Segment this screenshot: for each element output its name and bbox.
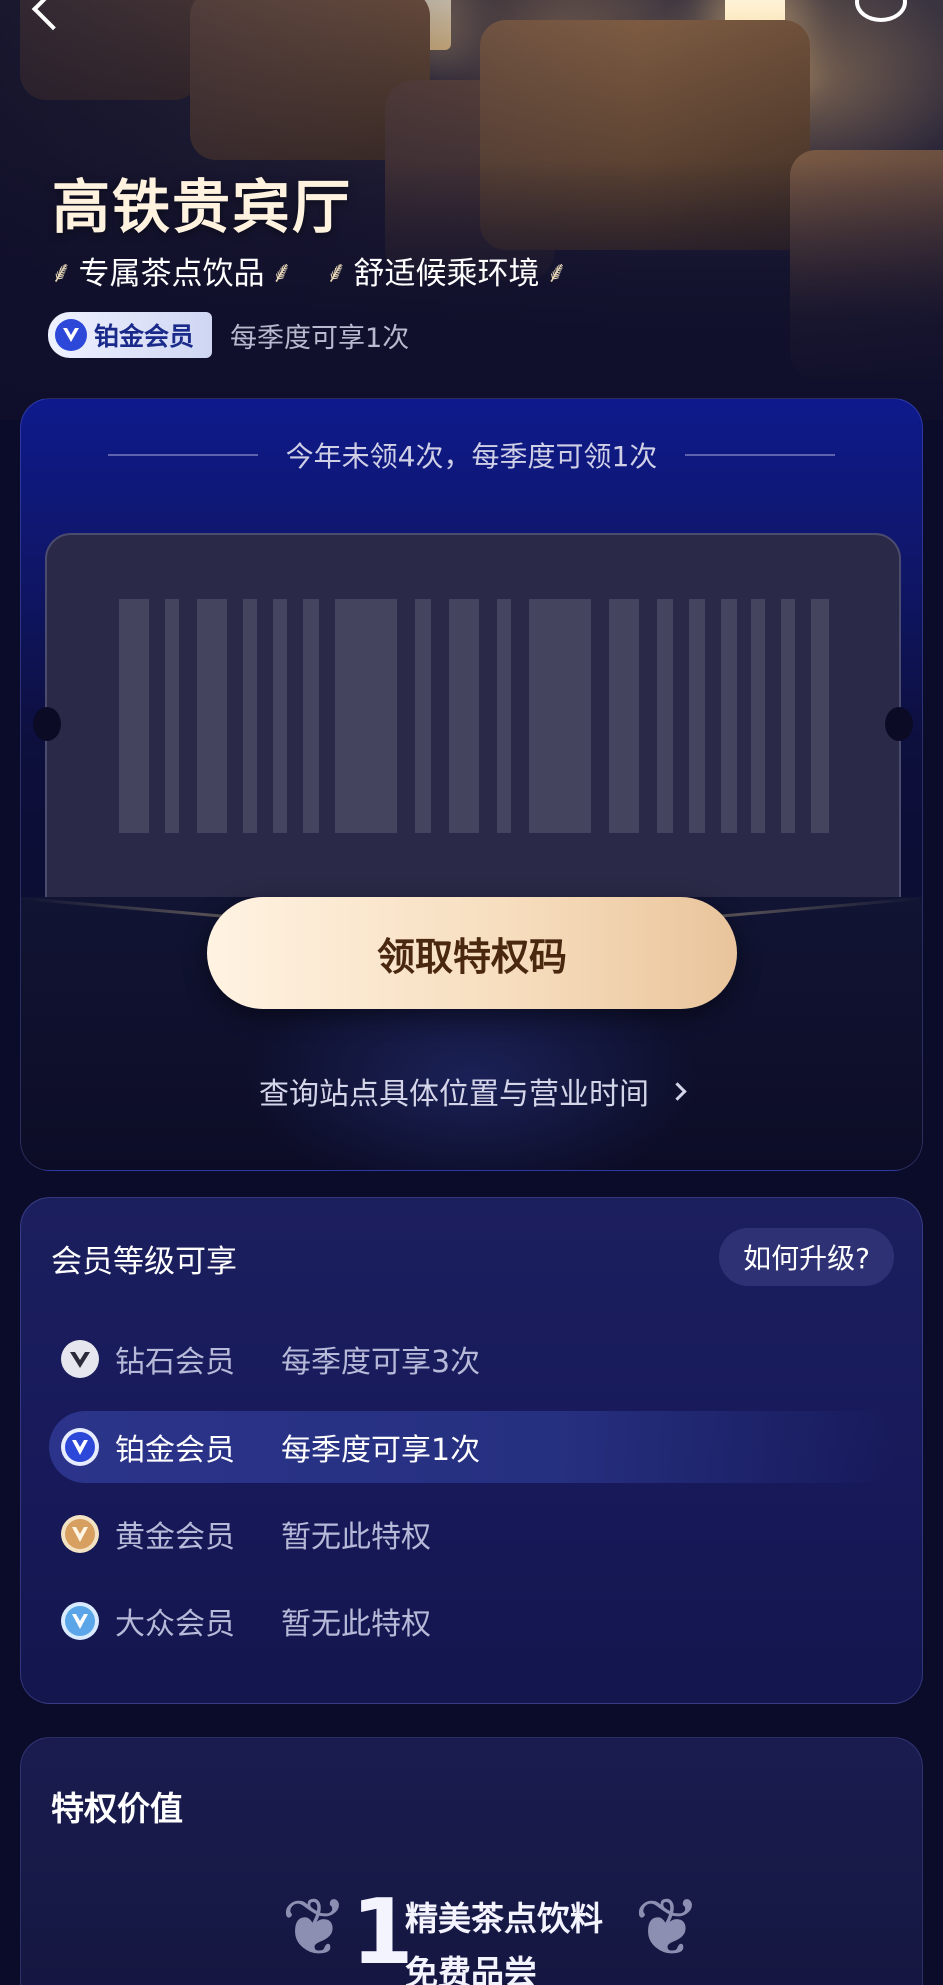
gold-badge-icon — [61, 1515, 99, 1553]
value-item: ❦ 1 精美茶点饮料 免费品尝 ❦ — [281, 1880, 701, 1985]
barcode-bar — [751, 599, 765, 833]
value-line: 免费品尝 — [405, 1953, 537, 1985]
levels-title: 会员等级可享 — [51, 1244, 237, 1280]
level-row-basic: 大众会员 暂无此特权 — [49, 1585, 895, 1657]
barcode-bar — [197, 599, 227, 833]
laurel-left-icon: ⸙ — [50, 255, 73, 290]
member-status: 铂金会员 每季度可享1次 — [48, 312, 409, 358]
level-name: 大众会员 — [115, 1607, 235, 1642]
member-badge: 铂金会员 — [48, 312, 213, 358]
level-row-platinum: 铂金会员 每季度可享1次 — [49, 1411, 895, 1483]
laurel-right-icon: ⸙ — [545, 255, 569, 290]
chevron-right-icon — [668, 1081, 687, 1101]
value-line: 精美茶点饮料 — [405, 1899, 603, 1938]
barcode-bar — [529, 599, 591, 833]
platinum-badge-icon — [55, 319, 87, 351]
privilege-ticket — [33, 533, 913, 933]
level-quota: 暂无此特权 — [281, 1520, 431, 1555]
level-row-gold: 黄金会员 暂无此特权 — [49, 1498, 895, 1570]
barcode-bar — [335, 599, 397, 833]
laurel-right-icon: ⸙ — [270, 255, 294, 290]
basic-badge-icon — [61, 1602, 99, 1640]
barcode-bar — [721, 599, 737, 833]
privilege-card: 今年未领4次，每季度可领1次 领取特权码 查询站点具体位置与营业时间 — [20, 398, 923, 1171]
station-query-label: 查询站点具体位置与营业时间 — [259, 1077, 649, 1112]
level-name: 铂金会员 — [115, 1433, 235, 1468]
remaining-info: 今年未领4次，每季度可领1次 — [21, 435, 922, 475]
feature-tag-label: 专属茶点饮品 — [78, 256, 265, 292]
laurel-right-icon: ❦ — [633, 1881, 701, 1974]
claim-code-button[interactable]: 领取特权码 — [207, 897, 737, 1009]
barcode-bar — [811, 599, 829, 833]
feature-tag: ⸙ 舒适候乘环境 ⸙ — [319, 248, 574, 293]
member-badge-label: 铂金会员 — [94, 322, 195, 351]
barcode-bar — [273, 599, 287, 833]
page-title: 高铁贵宾厅 — [52, 173, 353, 241]
level-quota: 每季度可享1次 — [281, 1433, 481, 1468]
barcode-bar — [609, 599, 639, 833]
platinum-badge-icon — [61, 1428, 99, 1466]
barcode-bar — [781, 599, 795, 833]
ticket-notch — [33, 707, 61, 741]
barcode-bar — [303, 599, 319, 833]
station-query-link[interactable]: 查询站点具体位置与营业时间 — [21, 1069, 922, 1113]
laurel-left-icon: ⸙ — [325, 255, 348, 290]
level-quota: 每季度可享3次 — [281, 1345, 481, 1380]
level-name: 黄金会员 — [115, 1520, 235, 1555]
value-text: 精美茶点饮料 免费品尝 — [405, 1892, 603, 1985]
member-quota: 每季度可享1次 — [230, 322, 410, 354]
level-name: 钻石会员 — [115, 1345, 235, 1380]
feature-tag: ⸙ 专属茶点饮品 ⸙ — [44, 248, 299, 293]
barcode-bar — [243, 599, 257, 833]
barcode-bar — [119, 599, 149, 833]
laurel-left-icon: ❦ — [281, 1881, 349, 1974]
feature-tags: ⸙ 专属茶点饮品 ⸙ ⸙ 舒适候乘环境 ⸙ — [44, 248, 594, 293]
ticket-notch — [885, 707, 913, 741]
feature-tag-label: 舒适候乘环境 — [353, 256, 540, 292]
barcode-bar — [165, 599, 179, 833]
barcode-bar — [449, 599, 479, 833]
barcode-bar — [657, 599, 673, 833]
divider — [107, 454, 258, 456]
privilege-value-card: 特权价值 ❦ 1 精美茶点饮料 免费品尝 ❦ — [20, 1737, 923, 1985]
barcode-bar — [497, 599, 511, 833]
barcode-bar — [689, 599, 705, 833]
remaining-text: 今年未领4次，每季度可领1次 — [285, 440, 658, 473]
barcode-placeholder — [119, 599, 829, 833]
value-title: 特权价值 — [51, 1789, 183, 1828]
level-quota: 暂无此特权 — [281, 1607, 431, 1642]
how-to-upgrade-button[interactable]: 如何升级? — [719, 1228, 894, 1286]
diamond-badge-icon — [61, 1340, 99, 1378]
divider — [685, 454, 836, 456]
member-levels-card: 会员等级可享 如何升级? 钻石会员 每季度可享3次 铂金会员 每季度可享1次 黄… — [20, 1197, 923, 1704]
level-row-diamond: 钻石会员 每季度可享3次 — [49, 1323, 895, 1395]
barcode-bar — [415, 599, 431, 833]
